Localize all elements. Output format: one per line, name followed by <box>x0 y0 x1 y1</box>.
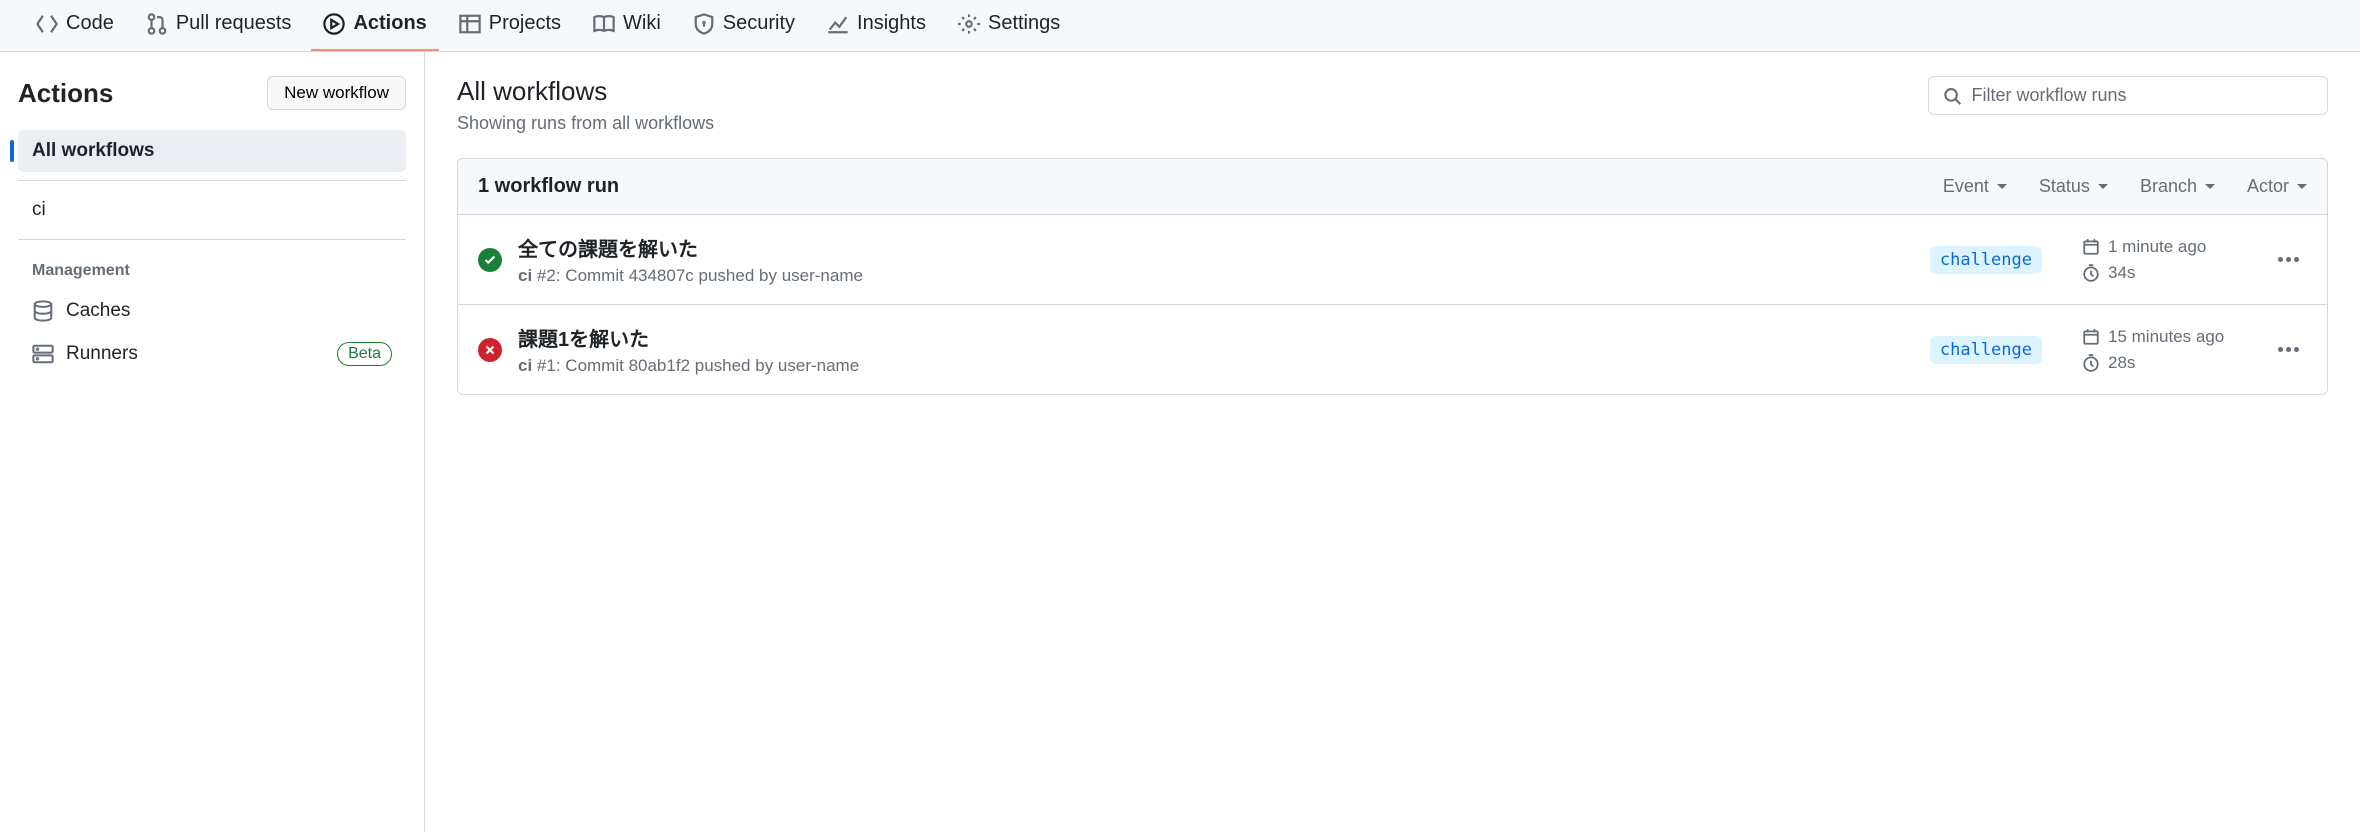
run-menu-button[interactable] <box>2270 249 2307 270</box>
run-title: 課題1を解いた <box>518 323 1890 352</box>
nav-tab-wiki[interactable]: Wiki <box>581 0 673 51</box>
stopwatch-icon <box>2082 354 2100 372</box>
graph-icon <box>827 13 849 35</box>
main-content: All workflows Showing runs from all work… <box>425 52 2360 832</box>
caret-down-icon <box>2297 184 2307 189</box>
filter-status[interactable]: Status <box>2039 176 2108 197</box>
nav-tab-pull-requests[interactable]: Pull requests <box>134 0 304 51</box>
sidebar-item-all-workflows[interactable]: All workflows <box>18 130 406 172</box>
runs-count: 1 workflow run <box>478 175 619 198</box>
sidebar-section-management: Management <box>18 248 406 290</box>
calendar-icon <box>2082 328 2100 346</box>
filter-branch[interactable]: Branch <box>2140 176 2215 197</box>
sidebar-item-label: Caches <box>66 300 130 322</box>
status-success-icon <box>478 248 502 272</box>
gear-icon <box>958 13 980 35</box>
search-box[interactable] <box>1928 76 2328 115</box>
nav-tab-insights[interactable]: Insights <box>815 0 938 51</box>
search-icon <box>1943 86 1961 106</box>
run-duration: 34s <box>2108 263 2135 283</box>
caret-down-icon <box>2205 184 2215 189</box>
run-meta: 15 minutes ago 28s <box>2082 327 2262 373</box>
sidebar-item-label: ci <box>32 199 46 221</box>
stopwatch-icon <box>2082 264 2100 282</box>
repo-nav: Code Pull requests Actions Projects Wiki… <box>0 0 2360 52</box>
run-title: 全ての課題を解いた <box>518 233 1890 262</box>
sidebar-item-workflow-ci[interactable]: ci <box>18 189 406 231</box>
beta-badge: Beta <box>337 342 392 366</box>
nav-tab-label: Actions <box>353 12 426 35</box>
caret-down-icon <box>1997 184 2007 189</box>
runs-table-header: 1 workflow run Event Status Branch Actor <box>458 159 2327 215</box>
shield-icon <box>693 13 715 35</box>
page-subtitle: Showing runs from all workflows <box>457 113 714 134</box>
sidebar-divider <box>18 180 406 181</box>
run-time: 1 minute ago <box>2108 237 2206 257</box>
caret-down-icon <box>2098 184 2108 189</box>
sidebar-divider <box>18 239 406 240</box>
run-row[interactable]: 全ての課題を解いた ci #2: Commit 434807c pushed b… <box>458 215 2327 305</box>
book-icon <box>593 13 615 35</box>
sidebar-title: Actions <box>18 78 113 109</box>
search-input[interactable] <box>1971 85 2313 106</box>
run-row[interactable]: 課題1を解いた ci #1: Commit 80ab1f2 pushed by … <box>458 305 2327 394</box>
nav-tab-label: Settings <box>988 12 1060 35</box>
run-duration: 28s <box>2108 353 2135 373</box>
table-icon <box>459 13 481 35</box>
sidebar-item-label: Runners <box>66 343 138 365</box>
sidebar-item-runners[interactable]: Runners Beta <box>18 332 406 376</box>
code-icon <box>36 13 58 35</box>
nav-tab-label: Insights <box>857 12 926 35</box>
branch-label[interactable]: challenge <box>1930 246 2042 274</box>
nav-tab-projects[interactable]: Projects <box>447 0 573 51</box>
nav-tab-label: Pull requests <box>176 12 292 35</box>
nav-tab-label: Code <box>66 12 114 35</box>
nav-tab-label: Security <box>723 12 795 35</box>
branch-label[interactable]: challenge <box>1930 336 2042 364</box>
run-meta: 1 minute ago 34s <box>2082 237 2262 283</box>
run-subtitle: ci #1: Commit 80ab1f2 pushed by user-nam… <box>518 356 1890 376</box>
run-time: 15 minutes ago <box>2108 327 2224 347</box>
nav-tab-label: Wiki <box>623 12 661 35</box>
page-title: All workflows <box>457 76 714 107</box>
nav-tab-code[interactable]: Code <box>24 0 126 51</box>
filter-event[interactable]: Event <box>1943 176 2007 197</box>
runs-table: 1 workflow run Event Status Branch Actor <box>457 158 2328 395</box>
sidebar-item-caches[interactable]: Caches <box>18 290 406 332</box>
sidebar: Actions New workflow All workflows ci Ma… <box>0 52 425 832</box>
filter-actor[interactable]: Actor <box>2247 176 2307 197</box>
run-menu-button[interactable] <box>2270 339 2307 360</box>
status-failure-icon <box>478 338 502 362</box>
nav-tab-actions[interactable]: Actions <box>311 0 438 51</box>
git-pull-request-icon <box>146 13 168 35</box>
sidebar-item-label: All workflows <box>32 140 154 162</box>
new-workflow-button[interactable]: New workflow <box>267 76 406 110</box>
nav-tab-label: Projects <box>489 12 561 35</box>
database-icon <box>32 300 54 322</box>
calendar-icon <box>2082 238 2100 256</box>
run-subtitle: ci #2: Commit 434807c pushed by user-nam… <box>518 266 1890 286</box>
server-icon <box>32 343 54 365</box>
nav-tab-security[interactable]: Security <box>681 0 807 51</box>
play-circle-icon <box>323 13 345 35</box>
nav-tab-settings[interactable]: Settings <box>946 0 1072 51</box>
